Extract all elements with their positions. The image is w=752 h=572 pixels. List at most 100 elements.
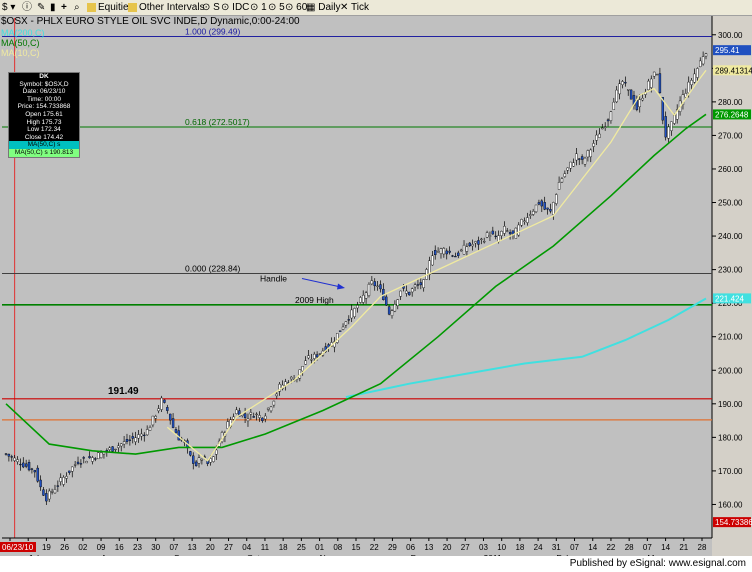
data-ma50: MA(50,C) s: [9, 141, 79, 149]
candle-body: [413, 284, 417, 288]
candle-body: [621, 81, 624, 85]
candle-body: [33, 470, 37, 473]
candle-body: [442, 248, 446, 255]
y-tick-label: 160.00: [718, 500, 743, 509]
candle-body: [552, 202, 555, 215]
candle-body: [68, 470, 71, 473]
candle-body: [168, 413, 172, 421]
interval-1[interactable]: ⊙ 1: [250, 1, 267, 14]
interval-daily[interactable]: ▦ Daily: [306, 1, 340, 14]
candle: [534, 204, 538, 214]
candle-body: [664, 116, 667, 138]
candle-body: [148, 427, 152, 431]
candle-body: [474, 241, 477, 244]
candle-body: [612, 101, 616, 110]
candle: [387, 305, 391, 316]
candle-body: [696, 68, 699, 78]
equities-folder[interactable]: Equities: [87, 1, 134, 14]
ma50-price-tag-text: 276.2648: [715, 110, 749, 119]
data-window[interactable]: DK Symbol: $OSX,D Date: 06/23/10 Time: 0…: [8, 72, 80, 158]
symbol-menu[interactable]: $ ▾: [2, 1, 15, 14]
draw-icon[interactable]: ✎: [37, 1, 45, 14]
candle-body: [252, 416, 255, 418]
ma200-price-tag-text: 221.424: [715, 294, 744, 303]
candle-body: [595, 134, 598, 141]
candle-body: [396, 299, 399, 306]
interval-s[interactable]: ⊙ S: [202, 1, 220, 14]
candle-body: [79, 463, 83, 465]
interval-5[interactable]: ⊙ 5: [268, 1, 285, 14]
data-low: Low 172.34: [27, 126, 61, 134]
zoom-icon[interactable]: ⌕: [74, 1, 80, 14]
candle-body: [30, 468, 34, 470]
candle-body: [650, 78, 653, 88]
candle-body: [434, 250, 437, 256]
candle-body: [45, 493, 48, 502]
info-icon[interactable]: ⓘ: [22, 1, 32, 14]
candle-body: [341, 326, 345, 330]
candle-body: [503, 226, 506, 234]
other-intervals-label: Other Intervals: [139, 2, 205, 13]
candle-body: [48, 490, 51, 500]
candle-body: [699, 60, 702, 67]
candle-body: [13, 457, 16, 461]
candle-body: [390, 310, 394, 316]
x-day-label: 07: [570, 543, 579, 552]
candle-body: [22, 462, 25, 468]
candle-body: [586, 150, 590, 158]
candle-body: [318, 353, 322, 355]
interval-60[interactable]: ⊙ 60: [285, 1, 307, 14]
candle-body: [76, 461, 80, 464]
interval-tick[interactable]: ✕ Tick: [340, 1, 369, 14]
candle-body: [468, 242, 471, 247]
candle-body: [624, 82, 627, 84]
interval-idc[interactable]: ⊙ IDC: [221, 1, 249, 14]
candle-body: [62, 477, 65, 485]
x-day-label: 24: [534, 543, 543, 552]
candle-body: [7, 453, 11, 457]
candle-body: [578, 158, 581, 160]
clock-icon: ⊙: [285, 2, 294, 13]
candle-body: [557, 182, 561, 190]
y-tick-label: 200.00: [718, 366, 743, 375]
price-chart[interactable]: 160.00 170.00 180.00 190.00 200.00 210.00 22 0.…: [0, 16, 752, 556]
publisher-credit: Published by eSignal: www.esignal.com: [569, 558, 746, 569]
y-tick-label: 170.00: [718, 467, 743, 476]
legend-ma200: MA(200,C): [1, 28, 45, 38]
lock-icon[interactable]: ▮: [50, 1, 56, 14]
clock-icon: ⊙: [221, 2, 230, 13]
add-icon[interactable]: +: [61, 1, 67, 14]
candle-body: [261, 417, 264, 422]
candle-body: [209, 458, 212, 463]
interval-1-label: 1: [261, 2, 267, 13]
candle-body: [249, 412, 253, 415]
x-day-label: 11: [261, 543, 270, 552]
candle-body: [445, 250, 448, 255]
candle-body: [606, 119, 610, 122]
candle-body: [459, 249, 463, 252]
candle-body: [275, 393, 278, 397]
ma50-price-tag: 276.2648: [713, 109, 751, 120]
other-intervals-folder[interactable]: Other Intervals: [128, 1, 205, 14]
candle-body: [517, 224, 520, 236]
y-tick-label: 270.00: [718, 131, 743, 140]
fib-100-label: 1.000 (299.49): [185, 26, 240, 36]
candle-body: [629, 89, 633, 100]
y-tick-label: 230.00: [718, 266, 743, 275]
tick-icon: ✕: [340, 2, 349, 13]
data-symbol: Symbol: $OSX,D: [19, 80, 69, 88]
fib-618-label: 0.618 (272.5017): [185, 117, 250, 127]
peak-label: 191.49: [108, 386, 139, 397]
chart-title: $OSX - PHLX EURO STYLE OIL SVC INDE,D Dy…: [1, 16, 300, 27]
x-day-label: 27: [224, 543, 233, 552]
candle-body: [353, 308, 356, 318]
x-day-label: 03: [479, 543, 488, 552]
candle-body: [338, 330, 342, 332]
candle-body: [215, 449, 218, 455]
candle-body: [506, 230, 509, 232]
candle-body: [690, 80, 693, 86]
y-tick-label: 300.00: [718, 31, 743, 40]
x-day-label: 13: [188, 543, 197, 552]
candle: [111, 446, 114, 452]
cursor-date-text: 06/23/10: [2, 543, 34, 552]
